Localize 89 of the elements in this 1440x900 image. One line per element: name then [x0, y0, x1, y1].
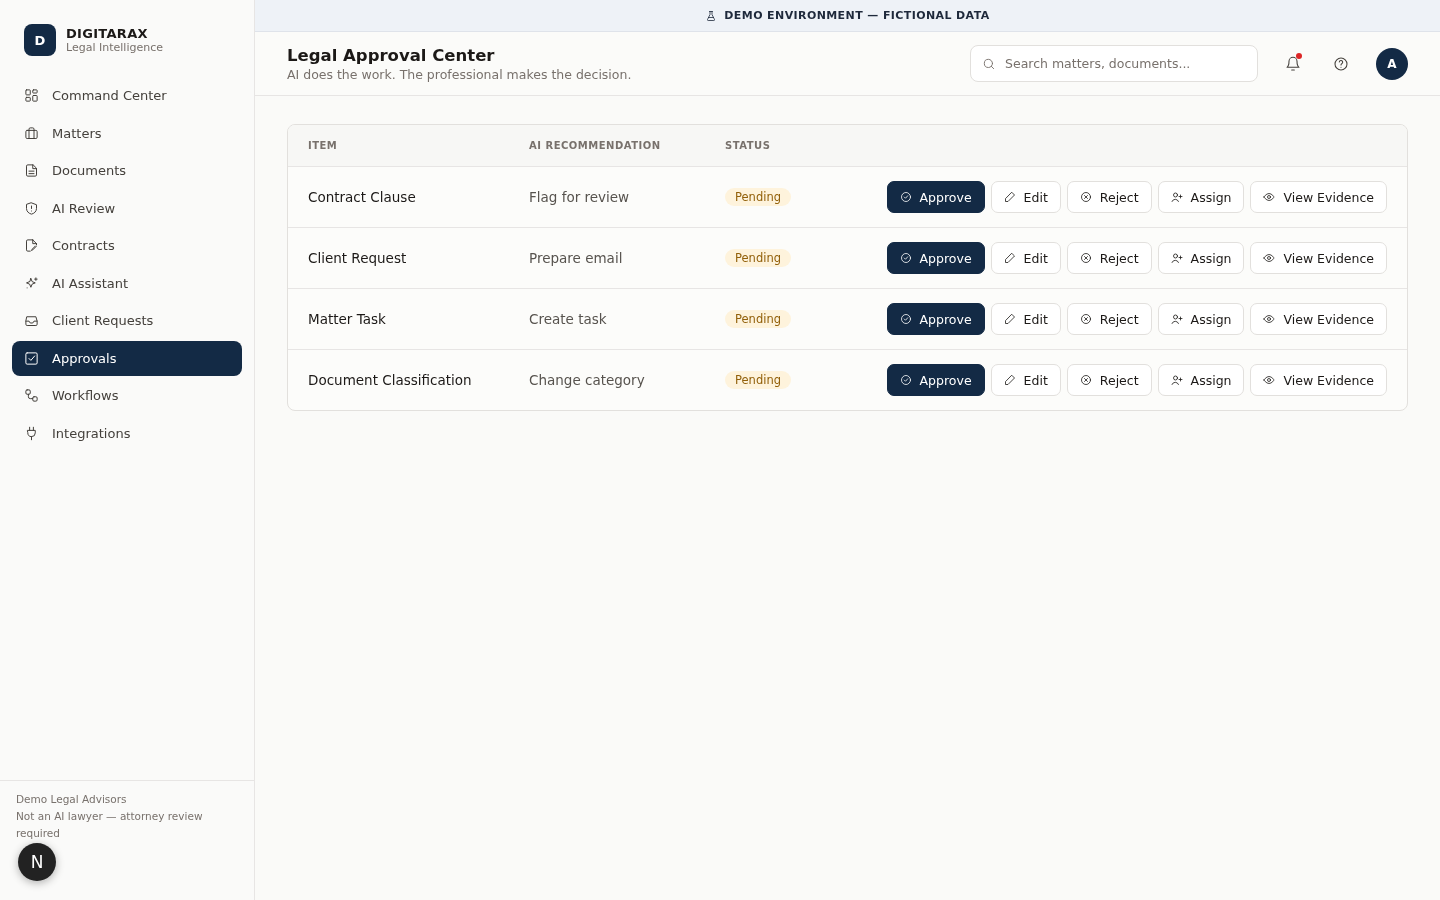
workflow-icon [24, 388, 39, 404]
shield-icon [24, 200, 39, 216]
assign-button[interactable]: Assign [1157, 364, 1245, 396]
eye-icon [1263, 313, 1276, 325]
brand-tagline: Legal Intelligence [66, 41, 163, 54]
file-pen-icon [24, 238, 39, 254]
check-circle-icon [899, 191, 912, 203]
status-pill: Pending [725, 249, 791, 267]
reject-button[interactable]: Reject [1066, 364, 1152, 396]
dashboard-icon [24, 88, 39, 104]
assign-button[interactable]: Assign [1157, 303, 1245, 335]
edit-button[interactable]: Edit [990, 242, 1061, 274]
user-avatar[interactable]: A [1376, 47, 1408, 80]
search-icon [982, 56, 996, 71]
logo: D [24, 24, 56, 56]
sidebar-item[interactable]: Workflows [12, 378, 242, 414]
assign-button[interactable]: Assign [1157, 181, 1245, 213]
demo-environment-notice: DEMO ENVIRONMENT — FICTIONAL DATA [724, 9, 990, 22]
approve-button[interactable]: Approve [886, 242, 985, 274]
evidence-button[interactable]: View Evidence [1250, 364, 1387, 396]
approve-button[interactable]: Approve [886, 303, 985, 335]
inbox-icon [24, 313, 39, 329]
recommendation-cell-text: Change category [529, 372, 646, 388]
item-cell-text: Contract Clause [308, 189, 417, 205]
evidence-button[interactable]: View Evidence [1250, 242, 1387, 274]
sidebar-item[interactable]: Contracts [12, 228, 242, 264]
eye-icon [1263, 374, 1276, 386]
checkbox-icon [24, 350, 39, 366]
document-icon [24, 163, 39, 179]
approve-button[interactable]: Approve [886, 181, 985, 213]
pencil-icon [1003, 374, 1016, 386]
edit-button[interactable]: Edit [990, 364, 1061, 396]
bell-icon [1285, 55, 1301, 72]
status-pill: Pending [725, 188, 791, 206]
reject-button[interactable]: Reject [1066, 303, 1152, 335]
assign-button[interactable]: Assign [1157, 242, 1245, 274]
check-circle-icon [899, 252, 912, 264]
user-plus-icon [1170, 252, 1183, 264]
item-cell-text: Document Classification [308, 372, 473, 388]
column-header: ITEM [308, 140, 339, 151]
x-circle-icon [1079, 191, 1092, 203]
help-icon [1333, 55, 1349, 72]
sidebar-item[interactable]: Approvals [12, 340, 242, 376]
sidebar-item[interactable]: Command Center [12, 78, 242, 114]
page-subtitle: AI does the work. The professional makes the decision. [287, 66, 633, 82]
organization-name: Demo Legal Advisors [16, 792, 128, 807]
x-circle-icon [1079, 374, 1092, 386]
flask-icon [705, 9, 718, 22]
sparkle-icon [24, 275, 39, 291]
user-plus-icon [1170, 374, 1183, 386]
item-cell-text: Matter Task [308, 311, 387, 327]
edit-button[interactable]: Edit [990, 181, 1061, 213]
column-header: STATUS [725, 140, 772, 151]
x-circle-icon [1079, 252, 1092, 264]
pencil-icon [1003, 313, 1016, 325]
pencil-icon [1003, 191, 1016, 203]
sidebar-item[interactable]: AI Assistant [12, 265, 242, 301]
recommendation-cell-text: Flag for review [529, 189, 631, 205]
sidebar-item[interactable]: AI Review [12, 190, 242, 226]
item-cell-text: Client Request [308, 250, 408, 266]
brand-name: DIGITARAX [66, 26, 149, 41]
sidebar-item[interactable]: Matters [12, 115, 242, 151]
x-circle-icon [1079, 313, 1092, 325]
recommendation-cell-text: Prepare email [529, 250, 624, 266]
user-plus-icon [1170, 191, 1183, 203]
eye-icon [1263, 191, 1276, 203]
reject-button[interactable]: Reject [1066, 242, 1152, 274]
plug-icon [24, 425, 39, 441]
pencil-icon [1003, 252, 1016, 264]
search-field[interactable]: Search matters, documents... [970, 45, 1258, 82]
column-header: AI RECOMMENDATION [529, 140, 662, 151]
evidence-button[interactable]: View Evidence [1250, 181, 1387, 213]
edit-button[interactable]: Edit [990, 303, 1061, 335]
sidebar-item[interactable]: Client Requests [12, 303, 242, 339]
reject-button[interactable]: Reject [1066, 181, 1152, 213]
status-pill: Pending [725, 310, 791, 328]
approve-button[interactable]: Approve [886, 364, 985, 396]
check-circle-icon [899, 313, 912, 325]
sidebar-item[interactable]: Documents [12, 153, 242, 189]
page-title: Legal Approval Center [287, 45, 496, 65]
user-plus-icon [1170, 313, 1183, 325]
status-pill: Pending [725, 371, 791, 389]
briefcase-icon [24, 125, 39, 141]
disclaimer-text: Not an AI lawyer — attorney review required [16, 809, 204, 841]
eye-icon [1263, 252, 1276, 264]
sidebar-item[interactable]: Integrations [12, 415, 242, 451]
evidence-button[interactable]: View Evidence [1250, 303, 1387, 335]
recommendation-cell-text: Create task [529, 311, 608, 327]
check-circle-icon [899, 374, 912, 386]
